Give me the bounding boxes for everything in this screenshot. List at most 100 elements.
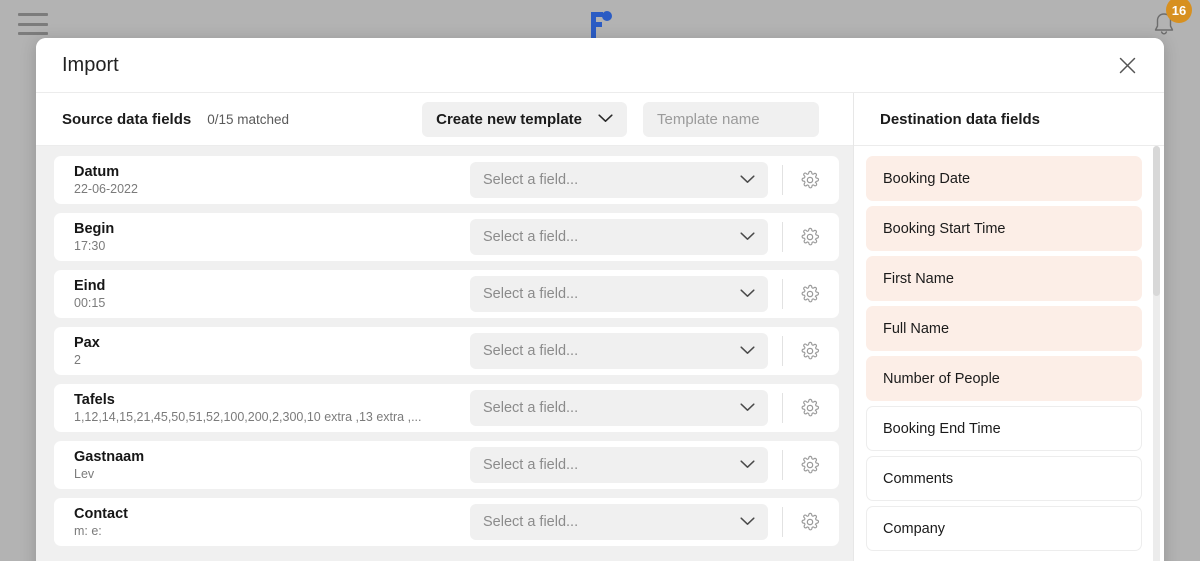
source-header: Source data fields 0/15 matched Create n…	[36, 93, 853, 146]
divider	[782, 450, 783, 480]
template-select[interactable]: Create new template	[422, 101, 627, 137]
source-field-info: Gastnaam Lev	[74, 448, 470, 482]
page-title: Import	[62, 53, 119, 76]
dialog-body: Source data fields 0/15 matched Create n…	[36, 93, 1164, 561]
source-field-sample: 2	[74, 352, 81, 367]
chevron-down-icon	[740, 399, 755, 417]
source-panel: Source data fields 0/15 matched Create n…	[36, 93, 854, 561]
source-field-controls: Select a field...	[470, 333, 831, 369]
destination-heading: Destination data fields	[880, 110, 1041, 128]
destination-field-select[interactable]: Select a field...	[470, 276, 768, 312]
template-controls: Create new template	[422, 101, 833, 137]
source-field-sample: 22-06-2022	[74, 181, 138, 196]
hamburger-icon[interactable]	[18, 13, 48, 35]
chevron-down-icon	[598, 110, 613, 128]
destination-field-select-value: Select a field...	[483, 172, 579, 188]
divider	[782, 336, 783, 366]
destination-field-item[interactable]: Number of People	[866, 356, 1142, 401]
source-field-row: Begin 17:30 Select a field...	[54, 213, 839, 261]
destination-field-label: First Name	[883, 270, 954, 287]
destination-field-select[interactable]: Select a field...	[470, 333, 768, 369]
source-field-controls: Select a field...	[470, 390, 831, 426]
destination-field-select-value: Select a field...	[483, 343, 579, 359]
source-field-info: Begin 17:30	[74, 220, 470, 254]
divider	[782, 222, 783, 252]
source-field-info: Contact m: e:	[74, 505, 470, 539]
source-field-list[interactable]: Datum 22-06-2022 Select a field... Begin…	[36, 146, 853, 561]
source-field-info: Eind 00:15	[74, 277, 470, 311]
source-field-label: Gastnaam	[74, 448, 145, 465]
source-field-label: Contact	[74, 505, 128, 522]
destination-field-label: Booking Start Time	[883, 220, 1006, 237]
source-field-label: Tafels	[74, 391, 115, 408]
chevron-down-icon	[740, 513, 755, 531]
dialog-header: Import	[36, 38, 1164, 93]
chevron-down-icon	[740, 342, 755, 360]
destination-field-select-value: Select a field...	[483, 229, 579, 245]
hamburger-line	[18, 22, 48, 26]
chevron-down-icon	[740, 285, 755, 303]
destination-field-item[interactable]: Comments	[866, 456, 1142, 501]
source-field-row: Contact m: e: Select a field...	[54, 498, 839, 546]
source-field-row: Eind 00:15 Select a field...	[54, 270, 839, 318]
destination-field-select-value: Select a field...	[483, 457, 579, 473]
gear-icon[interactable]	[797, 281, 823, 307]
destination-field-item[interactable]: Company	[866, 506, 1142, 551]
template-select-value: Create new template	[436, 110, 582, 128]
template-name-input[interactable]	[643, 101, 819, 137]
source-field-controls: Select a field...	[470, 504, 831, 540]
destination-field-label: Booking End Time	[883, 420, 1001, 437]
chevron-down-icon	[740, 228, 755, 246]
hamburger-line	[18, 13, 48, 16]
destination-field-list[interactable]: Booking Date Booking Start Time First Na…	[854, 146, 1164, 561]
source-field-info: Datum 22-06-2022	[74, 163, 470, 197]
divider	[782, 507, 783, 537]
destination-field-item[interactable]: Booking Start Time	[866, 206, 1142, 251]
source-heading: Source data fields	[62, 110, 192, 128]
divider	[782, 279, 783, 309]
source-scrollbar[interactable]	[40, 146, 46, 561]
destination-field-select[interactable]: Select a field...	[470, 504, 768, 540]
destination-field-item[interactable]: Full Name	[866, 306, 1142, 351]
source-field-row: Tafels 1,12,14,15,21,45,50,51,52,100,200…	[54, 384, 839, 432]
gear-icon[interactable]	[797, 224, 823, 250]
matched-count: 0/15 matched	[207, 111, 290, 127]
gear-icon[interactable]	[797, 338, 823, 364]
gear-icon[interactable]	[797, 452, 823, 478]
source-field-sample: Lev	[74, 466, 95, 481]
notifications-button[interactable]: 16	[1142, 0, 1192, 41]
destination-field-select-value: Select a field...	[483, 400, 579, 416]
destination-field-item[interactable]: Booking End Time	[866, 406, 1142, 451]
gear-icon[interactable]	[797, 395, 823, 421]
source-field-row: Gastnaam Lev Select a field...	[54, 441, 839, 489]
source-field-info: Tafels 1,12,14,15,21,45,50,51,52,100,200…	[74, 391, 470, 425]
destination-field-label: Number of People	[883, 370, 1000, 387]
destination-field-select-value: Select a field...	[483, 286, 579, 302]
destination-field-item[interactable]: First Name	[866, 256, 1142, 301]
divider	[782, 393, 783, 423]
gear-icon[interactable]	[797, 509, 823, 535]
scrollbar-thumb[interactable]	[1153, 146, 1160, 296]
destination-field-select-value: Select a field...	[483, 514, 579, 530]
close-icon[interactable]	[1112, 50, 1142, 80]
source-field-label: Pax	[74, 334, 100, 351]
destination-field-item[interactable]: Booking Date	[866, 156, 1142, 201]
source-field-controls: Select a field...	[470, 162, 831, 198]
notification-count-badge: 16	[1166, 0, 1192, 23]
source-field-sample: m: e:	[74, 523, 102, 538]
source-field-label: Eind	[74, 277, 106, 294]
source-field-controls: Select a field...	[470, 219, 831, 255]
source-field-row: Datum 22-06-2022 Select a field...	[54, 156, 839, 204]
source-field-sample: 00:15	[74, 295, 106, 310]
destination-field-select[interactable]: Select a field...	[470, 219, 768, 255]
destination-header: Destination data fields	[854, 93, 1164, 146]
gear-icon[interactable]	[797, 167, 823, 193]
import-dialog: Import Source data fields 0/15 matched C…	[36, 38, 1164, 561]
destination-field-select[interactable]: Select a field...	[470, 447, 768, 483]
destination-scrollbar[interactable]	[1153, 146, 1160, 561]
source-field-sample: 1,12,14,15,21,45,50,51,52,100,200,2,300,…	[74, 409, 422, 424]
destination-field-select[interactable]: Select a field...	[470, 162, 768, 198]
source-field-sample: 17:30	[74, 238, 106, 253]
divider	[782, 165, 783, 195]
destination-field-select[interactable]: Select a field...	[470, 390, 768, 426]
